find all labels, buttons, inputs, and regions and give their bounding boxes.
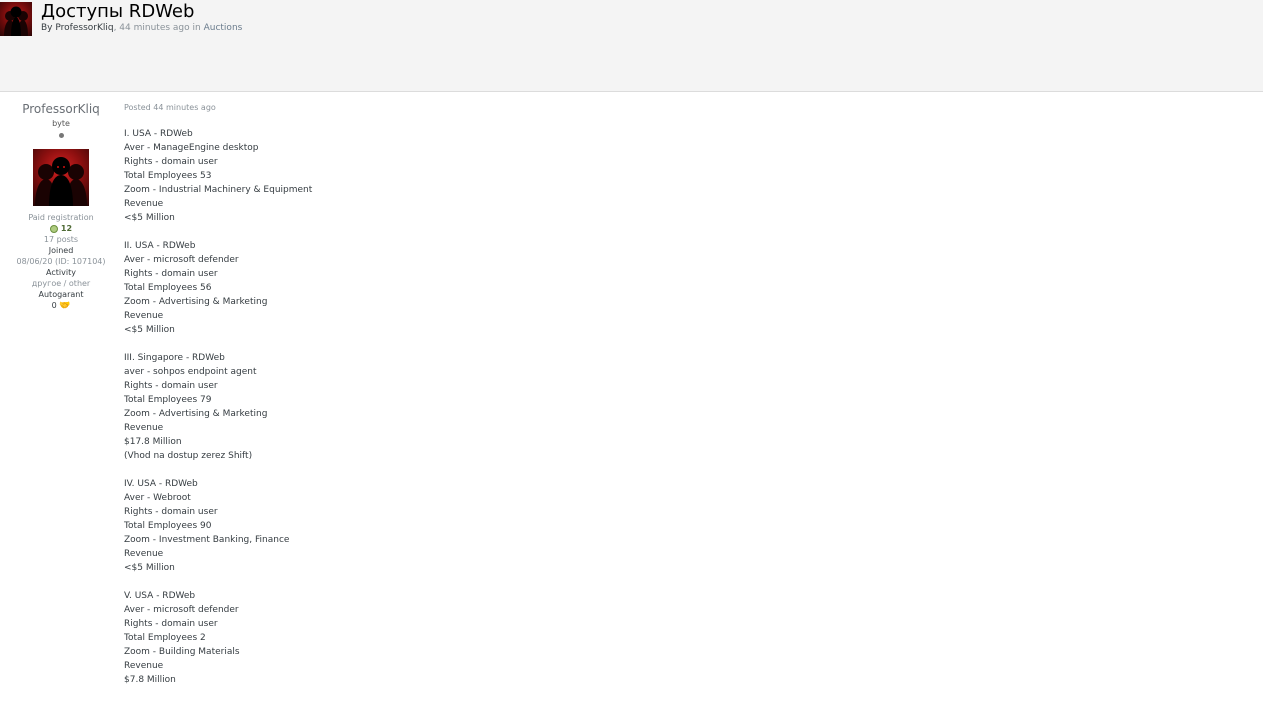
offer-line: Total Employees 79 [124,395,212,405]
offer-line: Total Employees 53 [124,171,212,181]
offer-line: Rights - domain user [124,381,218,391]
offer-line: $7.8 Million [124,675,176,685]
offer-line: II. USA - RDWeb [124,241,196,251]
post-date: Posted 44 minutes ago [124,103,216,112]
post-count: 17 posts [43,235,79,244]
activity-label: Activity [46,268,76,277]
reputation: 12 [0,223,122,234]
offer-line: I. USA - RDWeb [124,129,193,139]
offer-line: III. Singapore - RDWeb [124,353,225,363]
offer-line: Revenue [124,423,164,433]
offer-line: Revenue [124,311,164,321]
offer-line: Revenue [124,661,164,671]
offer-line: IV. USA - RDWeb [124,479,198,489]
offer-line: Rights - domain user [124,507,218,517]
joined-value: 08/06/20 (ID: 107104) [16,257,106,266]
reputation-icon [49,224,58,233]
by-label: By [41,23,53,33]
offer-line: Revenue [124,549,164,559]
handshake-icon: 🤝 [59,301,71,311]
offline-status-icon [58,133,64,138]
topic-title: Доступы RDWeb [41,1,195,22]
offer-line: <$5 Million [124,213,175,223]
author-name[interactable]: ProfessorKliq [0,100,122,118]
author-panel: ProfessorKliq byte Paid registration 12 … [0,100,122,312]
offer-line: Total Employees 2 [124,633,206,643]
offer-line: V. USA - RDWeb [124,591,196,601]
post-body: I. USA - RDWeb Aver - ManageEngine deskto… [124,127,1224,687]
topic-author-avatar[interactable] [0,2,32,36]
autogarant: 0 🤝 [0,300,122,312]
autogarant-value: 0 [51,301,57,310]
topic-time: , 44 minutes ago in [113,23,201,33]
offer-line: Aver - Webroot [124,493,191,503]
offer-line: Zoom - Advertising & Marketing [124,297,268,307]
offer-line: Total Employees 56 [124,283,212,293]
reputation-value: 12 [60,224,73,233]
offer-line: Rights - domain user [124,157,218,167]
offer-line: Zoom - Advertising & Marketing [124,409,268,419]
offer-line: Aver - ManageEngine desktop [124,143,259,153]
offer-line: Aver - microsoft defender [124,255,239,265]
author-avatar[interactable] [33,149,89,206]
author-rank: byte [52,119,70,128]
offer-line: Zoom - Investment Banking, Finance [124,535,290,545]
offer-line: <$5 Million [124,563,175,573]
offer-line: $17.8 Million [124,437,182,447]
offer-line: (Vhod na dostup zerez Shift) [124,451,253,461]
author-group: Paid registration [28,213,94,222]
topic-author-link[interactable]: ProfessorKliq [55,23,113,33]
offer-line: Rights - domain user [124,269,218,279]
autogarant-label: Autogarant [38,290,84,299]
topic-header: Доступы RDWeb By ProfessorKliq, 44 minut… [0,0,1263,92]
post-content: Posted 44 minutes ago I. USA - RDWeb Aver… [124,103,1224,701]
offer-line: aver - sohpos endpoint agent [124,367,257,377]
joined-label: Joined [48,246,74,255]
offer-line: Rights - domain user [124,619,218,629]
offer-line: Zoom - Industrial Machinery & Equipment [124,185,313,195]
offer-line: Zoom - Building Materials [124,647,240,657]
offer-line: Revenue [124,199,164,209]
offer-block: I. USA - RDWeb Aver - ManageEngine deskto… [124,127,1224,225]
offer-line: Total Employees 90 [124,521,212,531]
activity-value: другое / other [31,279,91,288]
forum-link[interactable]: Auctions [204,23,243,33]
topic-meta: By ProfessorKliq, 44 minutes ago in Auct… [41,23,242,33]
offer-block: III. Singapore - RDWeb aver - sohpos endp… [124,351,1224,463]
offer-block: IV. USA - RDWeb Aver - Webroot Rights - do… [124,477,1224,575]
offer-block: II. USA - RDWeb Aver - microsoft defender… [124,239,1224,337]
offer-line: Aver - microsoft defender [124,605,239,615]
offer-line: <$5 Million [124,325,175,335]
offer-block: V. USA - RDWeb Aver - microsoft defender R… [124,589,1224,687]
